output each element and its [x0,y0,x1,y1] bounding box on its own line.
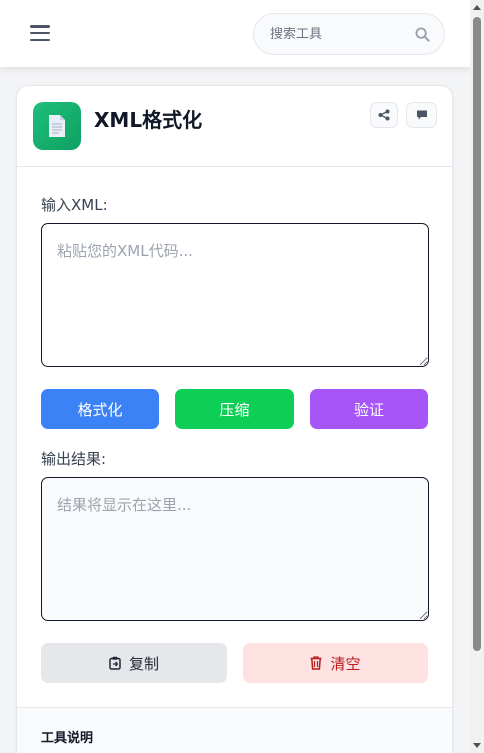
clear-label: 清空 [330,654,361,673]
scroll-down-arrow-icon[interactable] [473,743,481,748]
clear-button[interactable]: 清空 [243,643,428,683]
trash-icon [310,656,322,670]
copy-label: 复制 [128,654,159,673]
share-button[interactable] [370,102,398,128]
tool-info-section: 工具说明 [17,707,452,753]
comment-icon [416,110,427,120]
tool-info-title: 工具说明 [41,731,94,746]
scrollbar-thumb[interactable] [473,17,481,651]
validate-button[interactable]: 验证 [310,389,428,429]
share-icon [378,109,390,121]
compress-button[interactable]: 压缩 [175,389,294,429]
tool-card: XML格式化 输入XML: 格式化 压缩 验证 输出结果: [16,85,453,753]
output-label: 输出结果: [41,450,107,468]
top-bar [0,0,470,68]
copy-button[interactable]: 复制 [41,643,227,683]
search-icon[interactable] [414,26,430,42]
result-output[interactable] [41,477,429,621]
input-label: 输入XML: [41,196,108,214]
tool-header: XML格式化 [17,86,452,167]
format-button[interactable]: 格式化 [41,389,159,429]
document-icon [33,102,81,150]
page-title: XML格式化 [94,108,203,132]
comment-button[interactable] [406,102,437,128]
xml-input[interactable] [41,223,429,367]
search-box[interactable] [253,13,445,55]
search-input[interactable] [270,26,414,42]
scrollbar[interactable] [470,0,484,753]
scroll-up-arrow-icon[interactable] [473,5,481,10]
clipboard-icon [109,656,121,670]
hamburger-menu-icon[interactable] [28,22,52,44]
